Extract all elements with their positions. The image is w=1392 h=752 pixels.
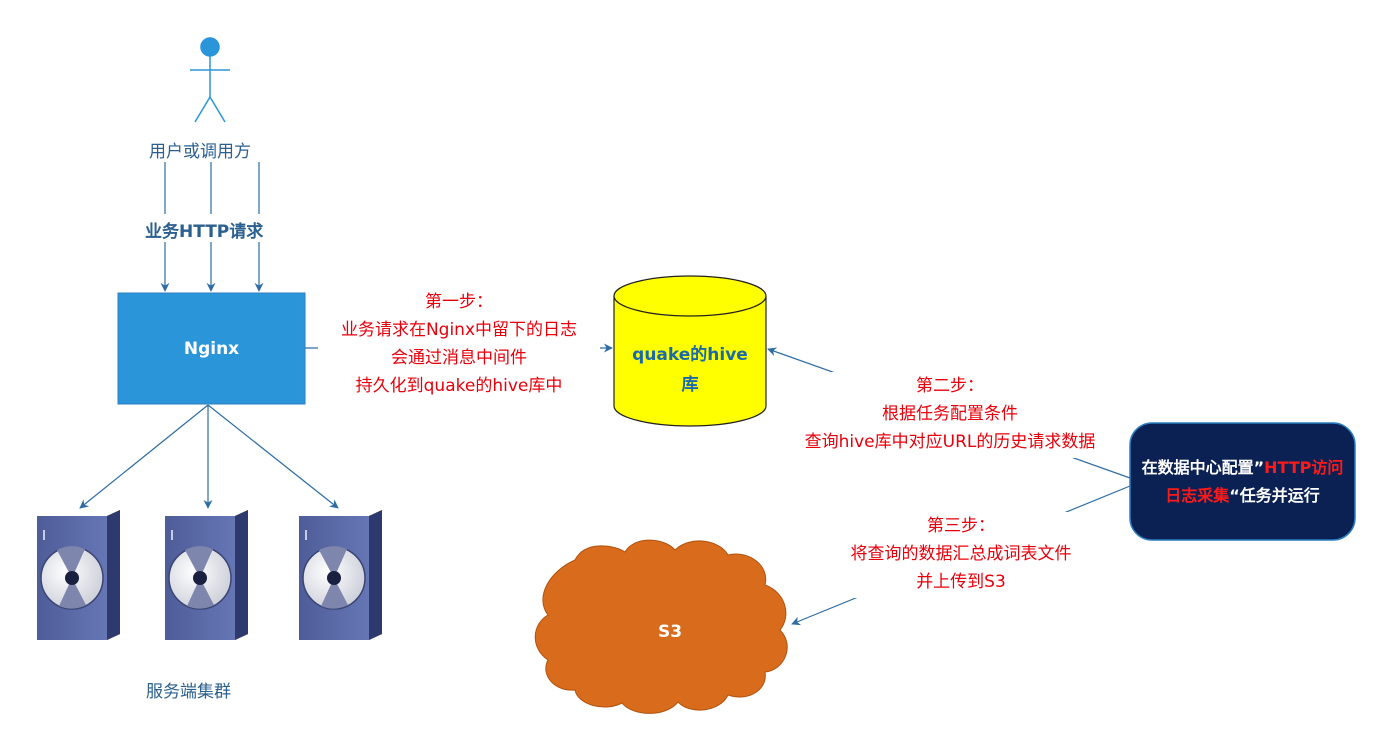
user-actor-icon — [190, 37, 230, 123]
server-icon — [37, 510, 120, 640]
user-label: 用户或调用方 — [149, 142, 251, 162]
step1-text: 第一步： 业务请求在Nginx中留下的日志 会通过消息中间件 持久化到quake… — [320, 288, 598, 400]
task-label-part4: “任务并运 — [1229, 485, 1304, 505]
step1-title: 第一步： — [425, 292, 493, 312]
step1-line3: 持久化到quake的hive库中 — [355, 376, 563, 396]
request-label: 业务HTTP请求 — [145, 222, 264, 242]
task-label-part5: 行 — [1303, 485, 1320, 505]
hive-label-line1: quake的hive — [632, 345, 748, 365]
step3-title: 第三步： — [927, 516, 995, 536]
server-arrow-right — [207, 404, 339, 509]
step2-title: 第二步： — [916, 376, 984, 396]
server-arrows — [79, 404, 339, 509]
task-label-part1: 在数据中心配置” — [1141, 457, 1265, 477]
step1-line2: 会通过消息中间件 — [391, 348, 527, 368]
step3-text: 第三步： 将查询的数据汇总成词表文件 并上传到S3 — [832, 512, 1090, 596]
step2-line1: 根据任务配置条件 — [882, 404, 1018, 424]
hive-label-line2: 库 — [681, 375, 699, 395]
cluster-label: 服务端集群 — [146, 682, 231, 702]
server-arrow-left — [79, 404, 209, 509]
server-icon — [299, 510, 382, 640]
s3-label: S3 — [657, 622, 683, 642]
nginx-label: Nginx — [183, 338, 240, 359]
step3-line1: 将查询的数据汇总成词表文件 — [850, 544, 1072, 564]
server-icon — [165, 510, 248, 640]
step2-line2: 查询hive库中对应URL的历史请求数据 — [804, 432, 1096, 452]
task-label-part2: HTTP — [1264, 457, 1312, 477]
step3-line2: 并上传到S3 — [916, 572, 1006, 592]
task-label: 在数据中心配置”HTTP访问日志采集“任务并运行 — [1134, 427, 1351, 536]
hive-label: quake的hive 库 — [614, 330, 766, 410]
step2-text: 第二步： 根据任务配置条件 查询hive库中对应URL的历史请求数据 — [778, 372, 1122, 456]
step1-line1: 业务请求在Nginx中留下的日志 — [340, 320, 578, 340]
